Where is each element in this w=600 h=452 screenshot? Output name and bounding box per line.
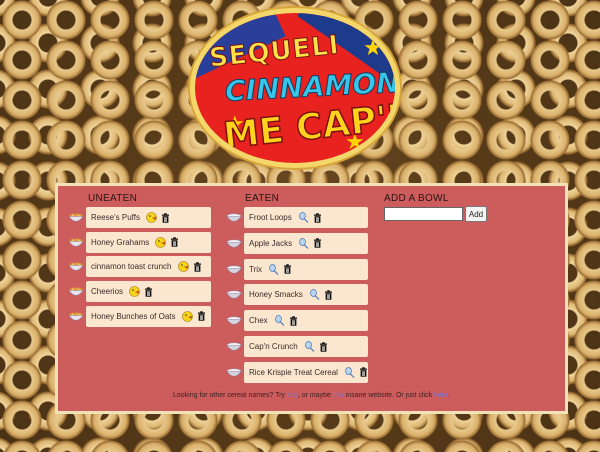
cereal-bowl-icon <box>68 211 84 223</box>
footer-link-1[interactable]: this <box>287 392 298 399</box>
empty-bowl-icon <box>226 211 242 223</box>
list-item: Honey Bunches of Oats <box>86 305 211 327</box>
eat-face-icon[interactable] <box>129 286 140 297</box>
trash-icon[interactable] <box>313 238 322 248</box>
trash-icon[interactable] <box>319 341 328 352</box>
uneaten-heading: UNEATEN <box>88 193 138 204</box>
trash-icon[interactable] <box>324 290 333 300</box>
cereal-name: Apple Jacks <box>249 238 293 248</box>
cereal-name: cinnamon toast crunch <box>91 262 172 272</box>
site-logo: ★ ★ ★ SEQUELI CINNAMONIZE ME CAP'N! <box>190 8 400 168</box>
list-item: Trix <box>244 258 368 280</box>
trash-icon[interactable] <box>197 311 206 321</box>
cereal-name: Cheerios <box>91 287 124 297</box>
eat-face-icon[interactable] <box>177 261 189 273</box>
cereal-name: Reese's Puffs <box>91 213 140 222</box>
trash-icon[interactable] <box>289 315 298 326</box>
footer-link-2[interactable]: this <box>333 392 344 399</box>
eat-face-icon[interactable] <box>155 236 167 248</box>
add-bowl-heading: ADD A BOWL <box>384 193 449 204</box>
cereal-name: Honey Bunches of Oats <box>91 311 176 321</box>
list-item: Reese's Puffs <box>86 207 211 228</box>
list-item: Rice Krispie Treat Cereal <box>244 361 368 383</box>
cereal-bowl-icon <box>68 310 84 322</box>
empty-bowl-icon <box>226 237 242 249</box>
footer-link-3[interactable]: here <box>434 392 448 399</box>
cereal-name: Chex <box>249 316 268 326</box>
empty-bowl-icon <box>226 288 242 300</box>
cereal-name: Honey Grahams <box>91 237 150 247</box>
eat-face-icon[interactable] <box>181 310 193 322</box>
eat-face-icon[interactable] <box>146 212 157 223</box>
list-item: Apple Jacks <box>244 232 368 254</box>
trash-icon[interactable] <box>144 286 153 297</box>
spoon-icon[interactable] <box>309 289 320 301</box>
list-item: Honey Smacks <box>244 284 368 306</box>
spoon-icon[interactable] <box>274 315 285 327</box>
spoon-icon[interactable] <box>298 212 309 223</box>
cereal-bowl-icon <box>68 260 84 272</box>
empty-bowl-icon <box>226 263 242 275</box>
list-item: Froot Loops <box>244 207 368 228</box>
list-item: cinnamon toast crunch <box>86 256 211 278</box>
add-bowl-button[interactable]: Add <box>465 206 487 222</box>
cereal-bowl-icon <box>68 285 84 297</box>
cereal-name: Trix <box>249 264 263 274</box>
trash-icon[interactable] <box>170 237 179 247</box>
spoon-icon[interactable] <box>344 366 355 378</box>
footer-text: Looking for other cereal names? Try this… <box>172 392 451 399</box>
cereal-name: Rice Krispie Treat Cereal <box>249 367 338 377</box>
trash-icon[interactable] <box>161 212 170 223</box>
add-bowl-input[interactable] <box>384 207 463 221</box>
cereal-panel: UNEATEN EATEN ADD A BOWL Reese's Puffs Ho… <box>55 183 568 414</box>
spoon-icon[interactable] <box>298 237 309 249</box>
empty-bowl-icon <box>226 366 242 378</box>
list-item: Honey Grahams <box>86 231 211 253</box>
empty-bowl-icon <box>226 340 242 352</box>
list-item: Chex <box>244 310 368 332</box>
empty-bowl-icon <box>226 314 242 326</box>
cereal-name: Cap'n Crunch <box>249 342 298 351</box>
trash-icon[interactable] <box>283 264 292 274</box>
spoon-icon[interactable] <box>304 341 315 352</box>
spoon-icon[interactable] <box>268 263 279 275</box>
cereal-name: Froot Loops <box>249 213 292 222</box>
list-item: Cheerios <box>86 281 211 303</box>
trash-icon[interactable] <box>313 212 322 223</box>
list-item: Cap'n Crunch <box>244 336 368 357</box>
trash-icon[interactable] <box>193 262 202 272</box>
eaten-heading: EATEN <box>245 193 280 204</box>
trash-icon[interactable] <box>359 367 368 377</box>
cereal-name: Honey Smacks <box>249 290 303 300</box>
cereal-bowl-icon <box>68 236 84 248</box>
